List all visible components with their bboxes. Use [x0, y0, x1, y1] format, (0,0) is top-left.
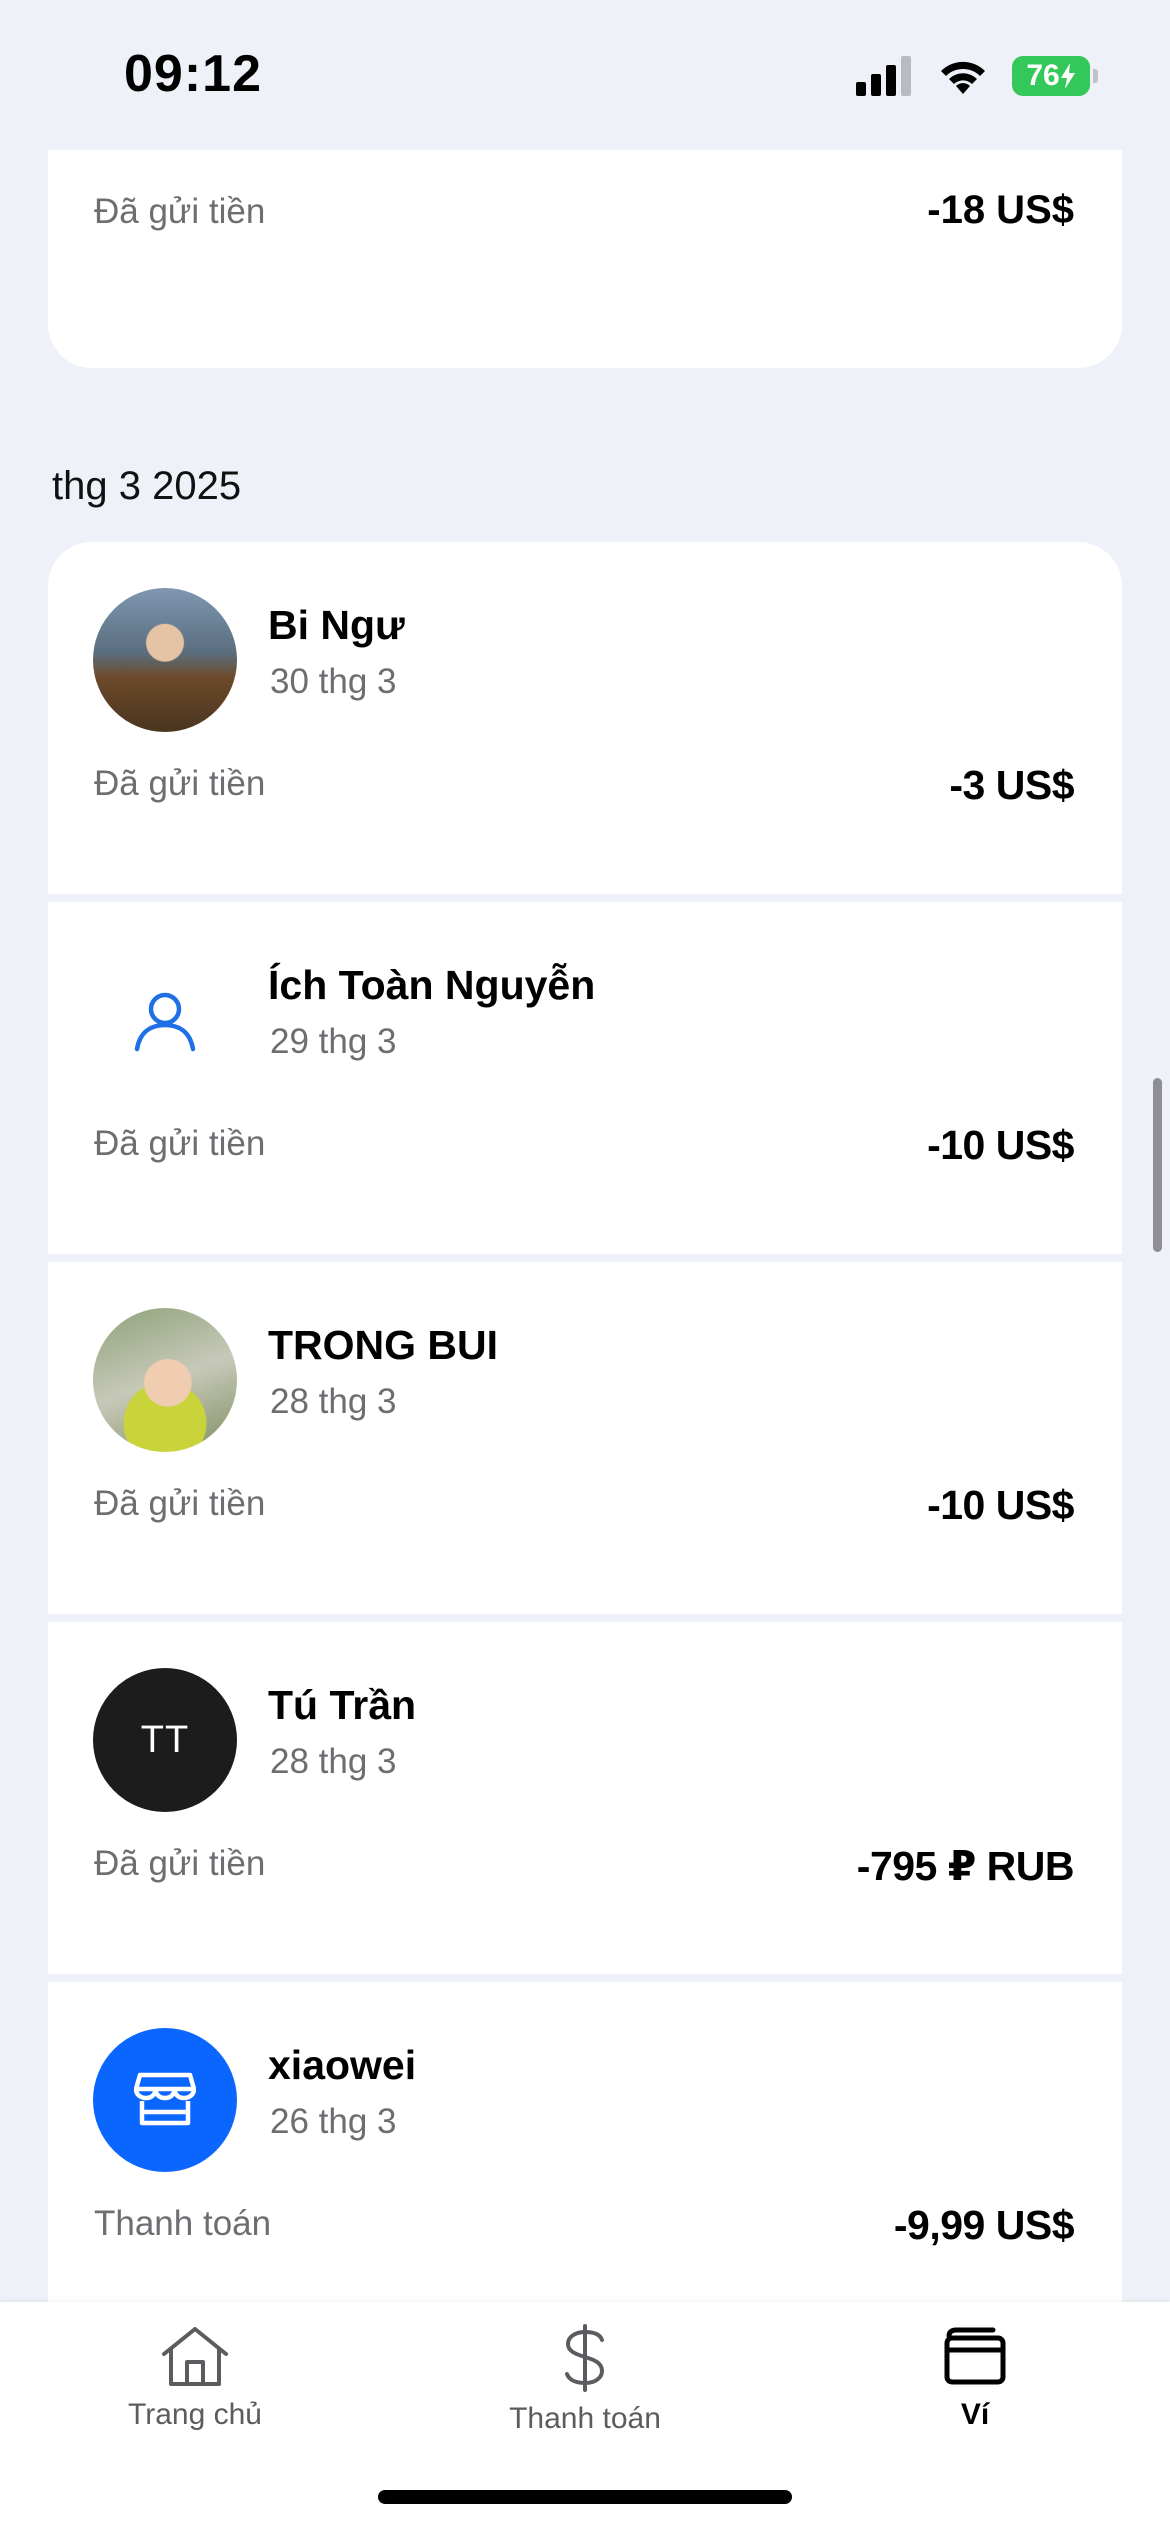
nav-item-wallet[interactable]: Ví: [845, 2324, 1105, 2432]
person-icon: [134, 992, 196, 1052]
home-icon: [162, 2327, 228, 2386]
transaction-date: 28 thg 3: [270, 1742, 397, 1781]
transaction-feed[interactable]: Đã gửi tiền -18 US$ thg 3 2025 Bi Ngư 30…: [0, 150, 1170, 2302]
transaction-list: Bi Ngư 30 thg 3 Đã gửi tiền -3 US$ Ích T…: [48, 542, 1122, 2302]
transaction-amount: -795 ₽ RUB: [856, 1843, 1075, 1889]
dollar-icon: [565, 2324, 605, 2392]
transaction-status: Thanh toán: [94, 2204, 272, 2243]
transaction-status: Đã gửi tiền: [94, 192, 266, 231]
avatar: [93, 2028, 237, 2172]
wifi-icon: [941, 61, 985, 94]
transaction-amount: -10 US$: [927, 1482, 1074, 1528]
nav-item-payments[interactable]: Thanh toán: [455, 2324, 715, 2436]
cellular-signal-icon: [856, 56, 911, 96]
avatar: [93, 588, 237, 732]
transaction-card[interactable]: Bi Ngư 30 thg 3 Đã gửi tiền -3 US$: [48, 542, 1122, 894]
month-header: thg 3 2025: [52, 464, 242, 508]
contact-name: TRONG BUI: [268, 1322, 499, 1368]
transaction-status: Đã gửi tiền: [94, 1124, 266, 1163]
avatar-initials: TT: [93, 1668, 237, 1812]
battery-indicator: 76: [1012, 56, 1098, 96]
contact-name: Bi Ngư: [268, 602, 405, 648]
transaction-card[interactable]: Ích Toàn Nguyễn 29 thg 3 Đã gửi tiền -10…: [48, 902, 1122, 1254]
transaction-status: Đã gửi tiền: [94, 1484, 266, 1523]
home-indicator[interactable]: [378, 2490, 792, 2504]
transaction-amount: -18 US$: [927, 188, 1074, 232]
scrollbar[interactable]: [1153, 1078, 1162, 1252]
merchant-name: xiaowei: [268, 2042, 417, 2088]
transaction-date: 28 thg 3: [270, 1382, 397, 1421]
wallet-icon: [944, 2327, 1006, 2385]
transaction-status: Đã gửi tiền: [94, 1844, 266, 1883]
transaction-date: 30 thg 3: [270, 662, 397, 701]
nav-item-home[interactable]: Trang chủ: [65, 2324, 325, 2432]
transaction-card-previous[interactable]: Đã gửi tiền -18 US$: [48, 150, 1122, 368]
nav-label: Thanh toán: [509, 2402, 661, 2435]
transaction-status: Đã gửi tiền: [94, 764, 266, 803]
transaction-date: 26 thg 3: [270, 2102, 397, 2141]
charging-bolt-icon: [1060, 63, 1075, 89]
status-bar: 09:12 76: [0, 0, 1170, 150]
contact-name: Tú Trần: [268, 1682, 417, 1728]
transaction-date: 29 thg 3: [270, 1022, 397, 1061]
contact-name: Ích Toàn Nguyễn: [268, 962, 596, 1008]
transaction-amount: -3 US$: [949, 762, 1074, 808]
store-icon: [134, 2072, 196, 2126]
transaction-amount: -9,99 US$: [893, 2202, 1075, 2248]
status-time: 09:12: [124, 45, 262, 103]
nav-label: Trang chủ: [128, 2398, 262, 2431]
transaction-card[interactable]: xiaowei 26 thg 3 Thanh toán -9,99 US$: [48, 1982, 1122, 2302]
avatar: [93, 948, 237, 1092]
nav-label: Ví: [960, 2398, 990, 2431]
transaction-amount: -10 US$: [927, 1122, 1074, 1168]
transaction-card[interactable]: TRONG BUI 28 thg 3 Đã gửi tiền -10 US$: [48, 1262, 1122, 1614]
transaction-card[interactable]: TT Tú Trần 28 thg 3 Đã gửi tiền -795 ₽ R…: [48, 1622, 1122, 1974]
bottom-nav: Trang chủ Thanh toán Ví: [0, 2302, 1170, 2532]
battery-level: 76: [1026, 59, 1060, 92]
avatar: [93, 1308, 237, 1452]
status-icons: 76: [856, 56, 1098, 96]
